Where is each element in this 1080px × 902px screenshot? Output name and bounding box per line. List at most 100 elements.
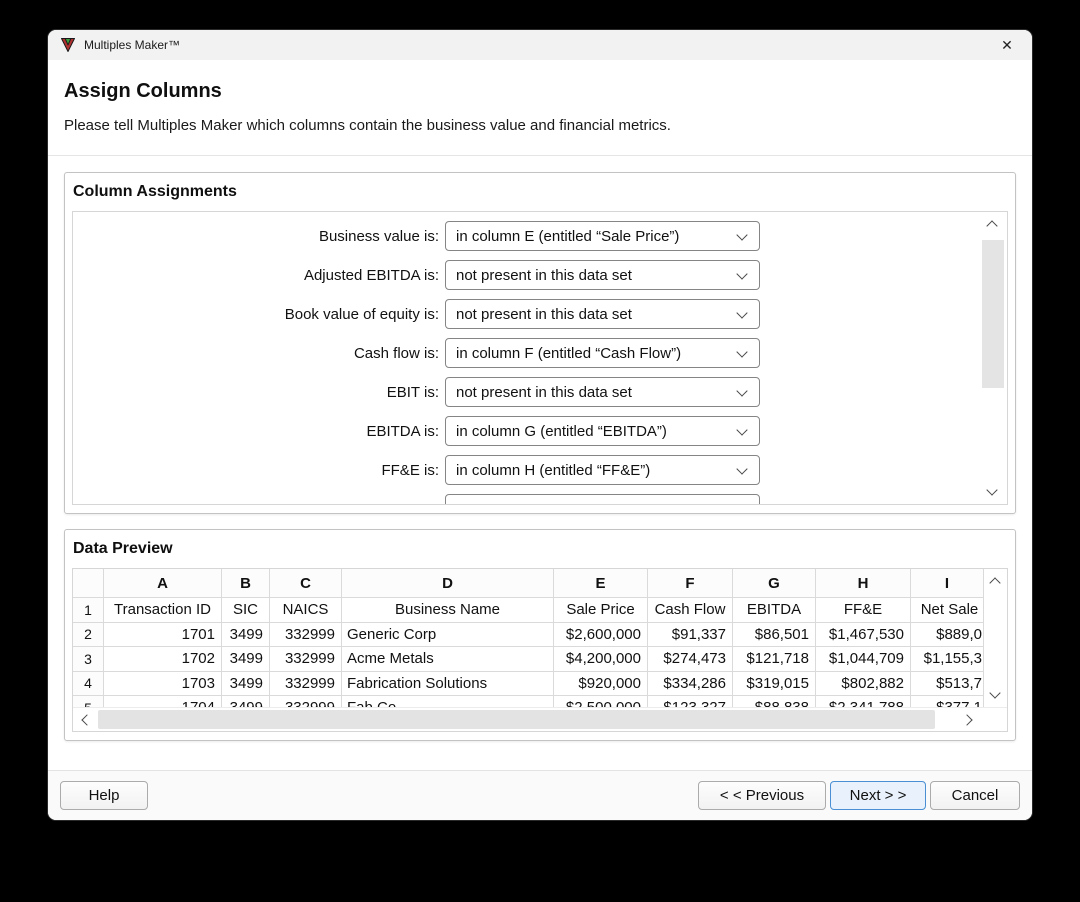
- next-button[interactable]: Next > >: [830, 781, 926, 810]
- assignment-row: FF&E is: in column H (entitled “FF&E”): [73, 455, 1007, 485]
- dropdown-selected-value: in column E (entitled “Sale Price”): [456, 227, 680, 245]
- button-bar: Help < < Previous Next > > Cancel: [48, 770, 1032, 820]
- column-letter: H: [816, 569, 911, 598]
- wizard-content: Column Assignments Business value is: in …: [48, 156, 1032, 757]
- assignment-row: Adjusted EBITDA is: not present in this d…: [73, 260, 1007, 290]
- scroll-down-icon[interactable]: [988, 687, 1001, 699]
- spreadsheet-grid: A B C D E F G H I 1 Transaction ID SIC NAICS Business…: [73, 569, 984, 721]
- table-cell: $274,473: [648, 647, 733, 672]
- chevron-down-icon: [736, 463, 748, 475]
- table-cell: 332999: [270, 647, 342, 672]
- table-cell: $1,155,3: [911, 647, 984, 672]
- scroll-up-icon[interactable]: [988, 577, 1001, 589]
- scroll-left-icon[interactable]: [81, 714, 93, 726]
- dropdown-selected-value: in column G (entitled “EBITDA”): [456, 422, 667, 440]
- assignment-label: FF&E is:: [381, 461, 439, 479]
- assignment-label: Adjusted EBITDA is:: [303, 266, 439, 284]
- data-preview-group: Data Preview A B C D E F G H I 1 Transaction ID SIC…: [64, 529, 1016, 741]
- column-letter: B: [222, 569, 270, 598]
- data-preview-table: A B C D E F G H I 1 Transaction ID SIC NAICS Business…: [72, 568, 1008, 732]
- assignment-row: EBIT is: not present in this data set: [73, 377, 1007, 407]
- table-cell: $802,882: [816, 671, 911, 696]
- dropdown-selected-value: not present in this data set: [456, 305, 632, 323]
- header-cell: Transaction ID: [104, 598, 222, 623]
- chevron-down-icon: [736, 385, 748, 397]
- wizard-header: Assign Columns Please tell Multiples Mak…: [48, 60, 1032, 156]
- chevron-down-icon: [736, 424, 748, 436]
- table-cell: $889,0: [911, 622, 984, 647]
- table-row: 2 1701 3499 332999 Generic Corp $2,600,000 $91…: [73, 622, 984, 647]
- table-cell: $920,000: [554, 671, 648, 696]
- scrollbar-thumb[interactable]: [982, 240, 1004, 388]
- table-horizontal-scrollbar[interactable]: [73, 707, 1007, 731]
- assignment-label: EBITDA is:: [366, 422, 439, 440]
- row-number: 2: [73, 622, 104, 647]
- assignment-dropdown[interactable]: not present in this data set: [445, 299, 760, 329]
- scroll-right-icon[interactable]: [961, 714, 973, 726]
- column-letter: A: [104, 569, 222, 598]
- table-cell: 1701: [104, 622, 222, 647]
- previous-button[interactable]: < < Previous: [698, 781, 826, 810]
- table-cell: 1702: [104, 647, 222, 672]
- column-letter: I: [911, 569, 984, 598]
- chevron-down-icon: [736, 346, 748, 358]
- assignments-scrollbar[interactable]: [979, 212, 1007, 504]
- assignment-dropdown[interactable]: in column H (entitled “FF&E”): [445, 455, 760, 485]
- table-cell: Acme Metals: [342, 647, 554, 672]
- table-row: 3 1702 3499 332999 Acme Metals $4,200,000 $274…: [73, 647, 984, 672]
- data-preview-title: Data Preview: [73, 540, 173, 557]
- table-cell: Generic Corp: [342, 622, 554, 647]
- column-letter: E: [554, 569, 648, 598]
- row-number: 1: [73, 598, 104, 623]
- table-cell: Fabrication Solutions: [342, 671, 554, 696]
- assignment-row: EBITDA is: in column G (entitled “EBITDA”…: [73, 416, 1007, 446]
- assignment-label: EBIT is:: [386, 383, 439, 401]
- assignment-dropdown[interactable]: not present in this data set: [445, 377, 760, 407]
- assignment-label: Cash flow is:: [353, 344, 439, 362]
- assignment-row: Cash flow is: in column F (entitled “Cash…: [73, 338, 1007, 368]
- column-letter: D: [342, 569, 554, 598]
- dropdown-selected-value: not present in this data set: [456, 383, 632, 401]
- assignment-dropdown[interactable]: in column G (entitled “EBITDA”): [445, 416, 760, 446]
- table-cell: $1,467,530: [816, 622, 911, 647]
- column-letter: C: [270, 569, 342, 598]
- table-cell: 332999: [270, 622, 342, 647]
- assignments-scroll-area: Business value is: in column E (entitled …: [72, 211, 1008, 505]
- titlebar: Multiples Maker™ ✕: [48, 30, 1032, 60]
- table-vertical-scrollbar[interactable]: [984, 569, 1007, 707]
- help-button[interactable]: Help: [60, 781, 148, 810]
- column-assignments-title: Column Assignments: [73, 183, 237, 200]
- column-assignments-group: Column Assignments Business value is: in …: [64, 172, 1016, 514]
- table-cell: $1,044,709: [816, 647, 911, 672]
- assignment-row: Book value of equity is: not present in t…: [73, 299, 1007, 329]
- table-cell: $4,200,000: [554, 647, 648, 672]
- assignment-label: Business value is:: [318, 227, 439, 245]
- scrollbar-thumb[interactable]: [98, 710, 935, 729]
- table-cell: $2,600,000: [554, 622, 648, 647]
- row-number: 3: [73, 647, 104, 672]
- table-row: 4 1703 3499 332999 Fabrication Solutions $920…: [73, 671, 984, 696]
- assignment-dropdown[interactable]: in column E (entitled “Sale Price”): [445, 221, 760, 251]
- header-cell: NAICS: [270, 598, 342, 623]
- dropdown-selected-value: in column H (entitled “FF&E”): [456, 461, 651, 479]
- table-cell: 3499: [222, 671, 270, 696]
- scroll-up-icon[interactable]: [986, 220, 998, 232]
- assignment-dropdown-partial[interactable]: [445, 494, 760, 504]
- assignment-rows: Business value is: in column E (entitled …: [73, 221, 1007, 504]
- assignment-dropdown[interactable]: not present in this data set: [445, 260, 760, 290]
- header-cell: Cash Flow: [648, 598, 733, 623]
- table-cell: 3499: [222, 622, 270, 647]
- page-title: Assign Columns: [64, 80, 222, 102]
- assignment-row-partial: [73, 494, 1007, 504]
- window-title: Multiples Maker™: [84, 38, 181, 52]
- assignment-dropdown[interactable]: in column F (entitled “Cash Flow”): [445, 338, 760, 368]
- table-cell: 332999: [270, 671, 342, 696]
- corner-cell: [73, 569, 104, 598]
- scroll-down-icon[interactable]: [986, 484, 998, 496]
- close-button[interactable]: ✕: [992, 32, 1022, 58]
- assignment-row: Business value is: in column E (entitled …: [73, 221, 1007, 251]
- table-cell: 1703: [104, 671, 222, 696]
- header-cell: EBITDA: [733, 598, 816, 623]
- header-cell: FF&E: [816, 598, 911, 623]
- cancel-button[interactable]: Cancel: [930, 781, 1020, 810]
